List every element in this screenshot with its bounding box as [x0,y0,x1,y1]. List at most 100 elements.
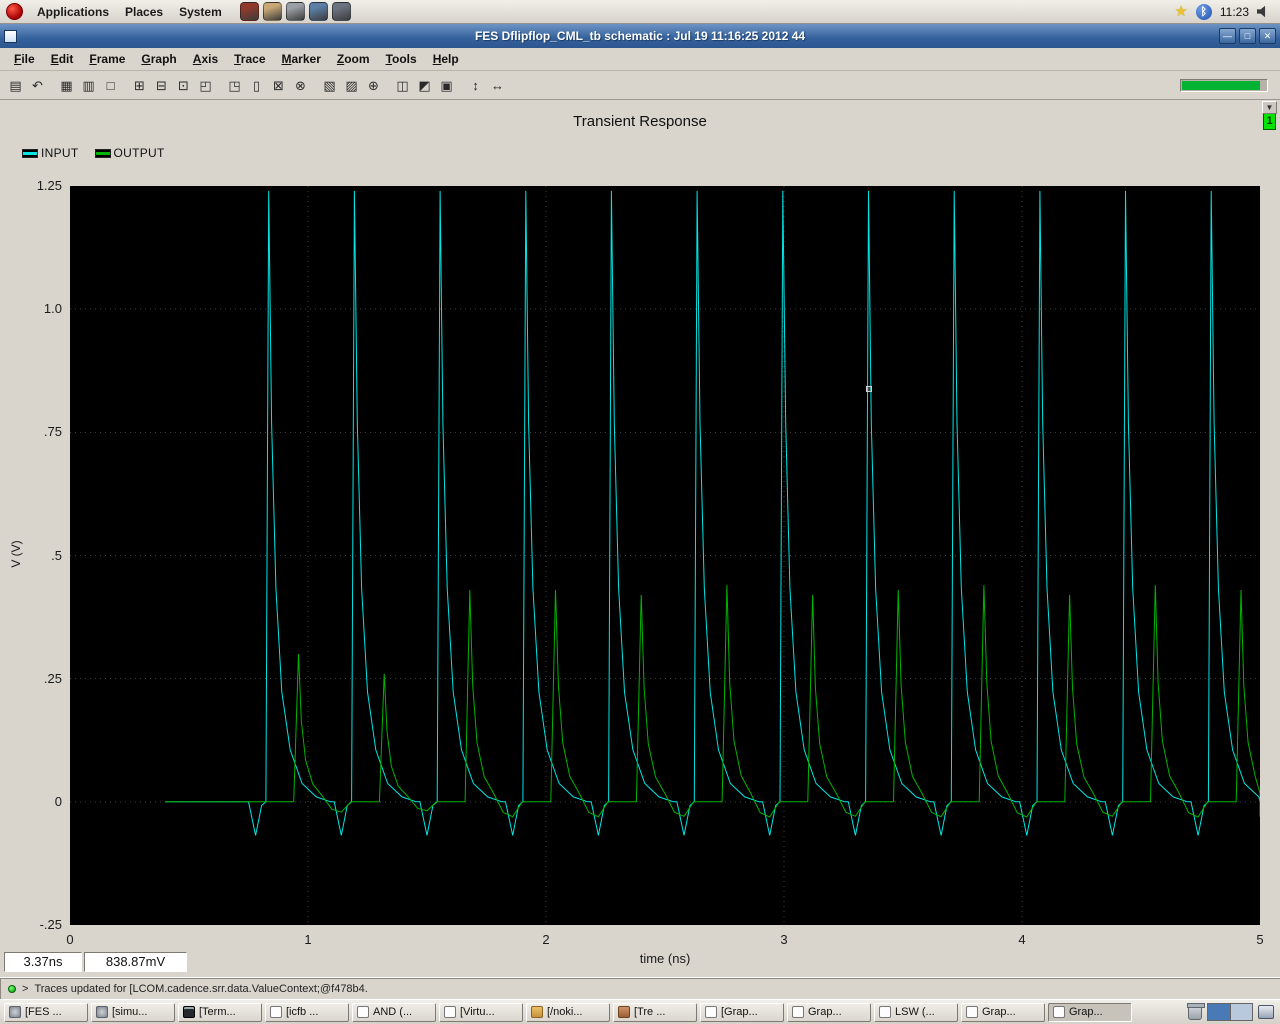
cursor-y-readout: 838.87mV [84,952,187,972]
page-icon [792,1006,804,1018]
pan-vertical-icon[interactable]: ↕ [465,75,486,96]
toolbar-icons: ▤ ↶ ▦ ▥ □ ⊞ ⊟ ⊡ ◰ ◳ ▯ ⊠ ⊗ ▧ ▨ ⊕ ◫ ◩ ▣ ↕ ↔ [5,75,508,96]
grid-icon[interactable]: ▦ [56,75,77,96]
page-icon [444,1006,456,1018]
subplot-icon[interactable]: ⊡ [173,75,194,96]
marker-icon[interactable]: ⊠ [268,75,289,96]
bluetooth-icon[interactable]: ᛒ [1195,3,1212,20]
taskbar-button[interactable]: [/noki... [526,1002,610,1022]
launcher-icon-2[interactable] [262,2,282,21]
delete-marker-icon[interactable]: ⊗ [290,75,311,96]
gear-icon [9,1006,21,1018]
vertical-marker-icon[interactable]: ▧ [319,75,340,96]
taskbar-button[interactable]: [Virtu... [439,1002,523,1022]
maximize-button[interactable]: □ [1239,28,1256,44]
pan-horizontal-icon[interactable]: ↔ [487,75,508,96]
volume-icon[interactable] [1257,5,1266,18]
task-label: [Term... [199,1006,236,1018]
taskbar-button[interactable]: [simu... [91,1002,175,1022]
taskbar-button[interactable]: [icfb ... [265,1002,349,1022]
panel-clock[interactable]: 11:23 [1220,5,1249,19]
legend-label: INPUT [41,146,79,160]
legend-item-input[interactable]: INPUT [22,146,79,160]
zoom-fit-icon[interactable]: ▣ [436,75,457,96]
window-title: FES Dflipflop_CML_tb schematic : Jul 19 … [474,29,806,43]
x-tick-label: 3 [780,932,788,947]
y-tick-label: .5 [51,547,62,563]
menu-frame[interactable]: Frame [81,49,133,69]
terminal-icon [183,1006,195,1018]
close-button[interactable]: ✕ [1259,28,1276,44]
launcher-icon-4[interactable] [308,2,328,21]
x-tick-label: 4 [1018,932,1026,947]
workspace-1[interactable] [1208,1004,1231,1020]
x-tick-label: 5 [1256,932,1264,947]
layout-top-icon[interactable]: ◰ [195,75,216,96]
print-icon[interactable]: ▤ [5,75,26,96]
undo-icon[interactable]: ↶ [27,75,48,96]
taskbar-button[interactable]: Grap... [787,1002,871,1022]
panel-menu-applications[interactable]: Applications [29,2,117,22]
panel-menus: Applications Places System [29,3,230,21]
status-bar: > Traces updated for [LCOM.cadence.srr.d… [0,977,1280,999]
strip-chart-icon[interactable]: ▥ [78,75,99,96]
clay-icon [618,1006,630,1018]
single-strip-icon[interactable]: ▯ [246,75,267,96]
taskbar-button[interactable]: LSW (... [874,1002,958,1022]
input-swatch-icon [22,148,38,158]
layout-right-icon[interactable]: ◳ [224,75,245,96]
trash-icon[interactable] [1187,1002,1205,1020]
taskbar-button[interactable]: AND (... [352,1002,436,1022]
new-window-icon[interactable]: □ [100,75,121,96]
menu-zoom[interactable]: Zoom [329,49,378,69]
menu-tools[interactable]: Tools [378,49,425,69]
zoom-y-icon[interactable]: ◩ [414,75,435,96]
taskbar-button[interactable]: Grap... [961,1002,1045,1022]
trace-selector-dropdown-icon[interactable]: ▼ [1262,101,1277,114]
taskbar-button[interactable]: [Term... [178,1002,262,1022]
taskbar-button[interactable]: [Grap... [700,1002,784,1022]
menu-edit[interactable]: Edit [43,49,82,69]
taskbar-button[interactable]: [Tre ... [613,1002,697,1022]
status-prompt: > [22,982,29,995]
legend: INPUT OUTPUT [22,146,165,160]
menu-axis[interactable]: Axis [185,49,226,69]
task-label: [icfb ... [286,1006,319,1018]
notification-star-icon[interactable]: ★ [1174,4,1187,19]
launcher-icon-1[interactable] [239,2,259,21]
panel-menu-places[interactable]: Places [117,2,171,22]
page-icon [270,1006,282,1018]
legend-item-output[interactable]: OUTPUT [94,146,165,160]
panel-launchers [239,2,351,21]
output-swatch-icon [94,148,111,158]
progress-fill [1182,81,1261,90]
trace-output[interactable] [165,585,1260,818]
menu-trace[interactable]: Trace [226,49,273,69]
x-tick-label: 2 [542,932,550,947]
menu-graph[interactable]: Graph [133,49,184,69]
display-icon[interactable] [1258,1005,1274,1019]
gear-icon [96,1006,108,1018]
minimize-button[interactable]: — [1219,28,1236,44]
horizontal-marker-icon[interactable]: ▨ [341,75,362,96]
zoom-x-icon[interactable]: ◫ [392,75,413,96]
panel-menu-system[interactable]: System [171,2,230,22]
menu-help[interactable]: Help [425,49,467,69]
plot-canvas[interactable] [70,186,1260,925]
launcher-icon-3[interactable] [285,2,305,21]
menu-marker[interactable]: Marker [274,49,329,69]
menu-file[interactable]: File [6,49,43,69]
split-horizontal-icon[interactable]: ⊞ [129,75,150,96]
cursor-x-readout: 3.37ns [4,952,82,972]
split-vertical-icon[interactable]: ⊟ [151,75,172,96]
window-titlebar[interactable]: FES Dflipflop_CML_tb schematic : Jul 19 … [0,24,1280,48]
y-tick-label: 1.25 [36,178,62,193]
trace-input[interactable] [165,190,1260,836]
workspace-2[interactable] [1230,1004,1252,1020]
taskbar-button[interactable]: [FES ... [4,1002,88,1022]
redhat-menu-icon[interactable] [6,3,23,20]
zoom-in-icon[interactable]: ⊕ [363,75,384,96]
taskbar-button[interactable]: Grap... [1048,1002,1132,1022]
graph-title: Transient Response [573,113,707,130]
launcher-icon-5[interactable] [331,2,351,21]
